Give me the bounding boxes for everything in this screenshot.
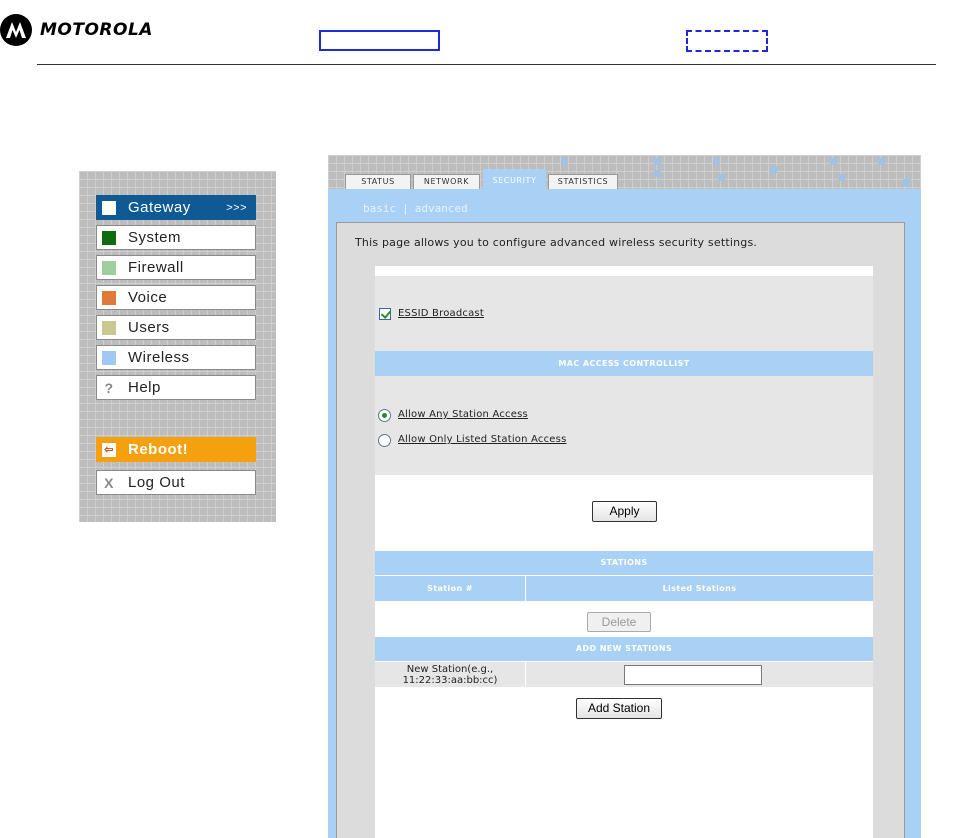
menu-item-label: Firewall xyxy=(128,259,184,276)
menu-item-label: Users xyxy=(128,319,170,336)
menu-item-label: Wireless xyxy=(128,349,190,366)
users-color-icon xyxy=(102,320,116,335)
menu-item-voice[interactable]: Voice xyxy=(96,285,256,310)
menu-item-label: Reboot! xyxy=(128,441,189,458)
decorative-square xyxy=(654,158,661,165)
menu-item-help[interactable]: ? Help xyxy=(96,375,256,400)
menu-item-users[interactable]: Users xyxy=(96,315,256,340)
main-panel: STATUS NETWORK SECURITY STATISTICS basic… xyxy=(328,155,921,838)
sub-navigation: basic | advanced xyxy=(363,202,468,215)
side-menu: Gateway >>> System Firewall Voice Users … xyxy=(79,171,276,522)
brand-name: MOTOROLA xyxy=(40,20,153,40)
decorative-square xyxy=(830,158,837,165)
decorative-square xyxy=(561,158,568,165)
menu-item-wireless[interactable]: Wireless xyxy=(96,345,256,370)
delete-button[interactable]: Delete xyxy=(587,612,651,632)
menu-item-system[interactable]: System xyxy=(96,225,256,250)
menu-item-label: System xyxy=(128,229,182,246)
chevron-right-icon: >>> xyxy=(226,201,247,214)
menu-item-logout[interactable]: X Log Out xyxy=(96,470,256,495)
page-intro-text: This page allows you to configure advanc… xyxy=(355,236,758,249)
header-placeholder-box xyxy=(319,30,440,51)
voice-color-icon xyxy=(102,290,116,305)
close-icon: X xyxy=(104,474,114,491)
menu-item-reboot[interactable]: ⇦ Reboot! xyxy=(96,437,256,462)
apply-button[interactable]: Apply xyxy=(592,501,657,522)
decorative-square xyxy=(903,179,910,186)
allow-any-label[interactable]: Allow Any Station Access xyxy=(398,409,528,420)
allow-listed-radio[interactable] xyxy=(378,434,391,447)
menu-item-label: Gateway xyxy=(128,199,191,216)
tab-security[interactable]: SECURITY xyxy=(483,169,546,189)
decorative-square xyxy=(838,174,845,181)
system-color-icon xyxy=(102,230,116,245)
question-mark-icon: ? xyxy=(104,379,114,396)
decorative-square xyxy=(718,174,725,181)
allow-any-radio[interactable] xyxy=(378,409,391,422)
motorola-logo: MOTOROLA xyxy=(0,12,153,48)
subnav-basic-link[interactable]: basic xyxy=(363,202,396,215)
gateway-color-icon xyxy=(102,200,116,215)
essid-broadcast-label[interactable]: ESSID Broadcast xyxy=(398,308,484,319)
subnav-advanced-link[interactable]: advanced xyxy=(415,202,468,215)
new-station-input[interactable] xyxy=(624,665,762,685)
tab-strip: STATUS NETWORK SECURITY STATISTICS xyxy=(328,155,921,189)
header-dashed-box xyxy=(686,30,768,52)
tab-network[interactable]: NETWORK xyxy=(413,174,480,189)
add-station-button[interactable]: Add Station xyxy=(576,698,662,719)
menu-item-gateway[interactable]: Gateway >>> xyxy=(96,195,256,220)
firewall-color-icon xyxy=(102,260,116,275)
add-stations-header: ADD NEW STATIONS xyxy=(375,637,873,661)
menu-item-label: Help xyxy=(128,379,161,396)
listed-stations-column: Listed Stations xyxy=(526,576,873,601)
allow-listed-label[interactable]: Allow Only Listed Station Access xyxy=(398,434,566,445)
decorative-square xyxy=(770,166,777,173)
mac-access-section xyxy=(375,376,873,475)
subnav-separator: | xyxy=(402,202,409,215)
station-number-column: Station # xyxy=(375,576,525,601)
decorative-square xyxy=(713,158,720,165)
decorative-square xyxy=(654,170,661,177)
menu-item-label: Log Out xyxy=(128,474,185,491)
tab-statistics[interactable]: STATISTICS xyxy=(548,174,618,189)
header-divider xyxy=(37,64,936,65)
menu-item-label: Voice xyxy=(128,289,168,306)
arrow-left-icon: ⇦ xyxy=(102,442,116,457)
tab-status[interactable]: STATUS xyxy=(345,174,411,189)
motorola-batwing-icon xyxy=(0,14,32,46)
essid-broadcast-checkbox[interactable] xyxy=(379,308,391,320)
menu-item-firewall[interactable]: Firewall xyxy=(96,255,256,280)
stations-header: STATIONS xyxy=(375,551,873,575)
wireless-color-icon xyxy=(102,350,116,365)
new-station-label: New Station(e.g., 11:22:33:aa:bb:cc) xyxy=(375,662,525,687)
decorative-square xyxy=(878,158,885,165)
mac-access-header: MAC ACCESS CONTROLLIST xyxy=(375,351,873,376)
